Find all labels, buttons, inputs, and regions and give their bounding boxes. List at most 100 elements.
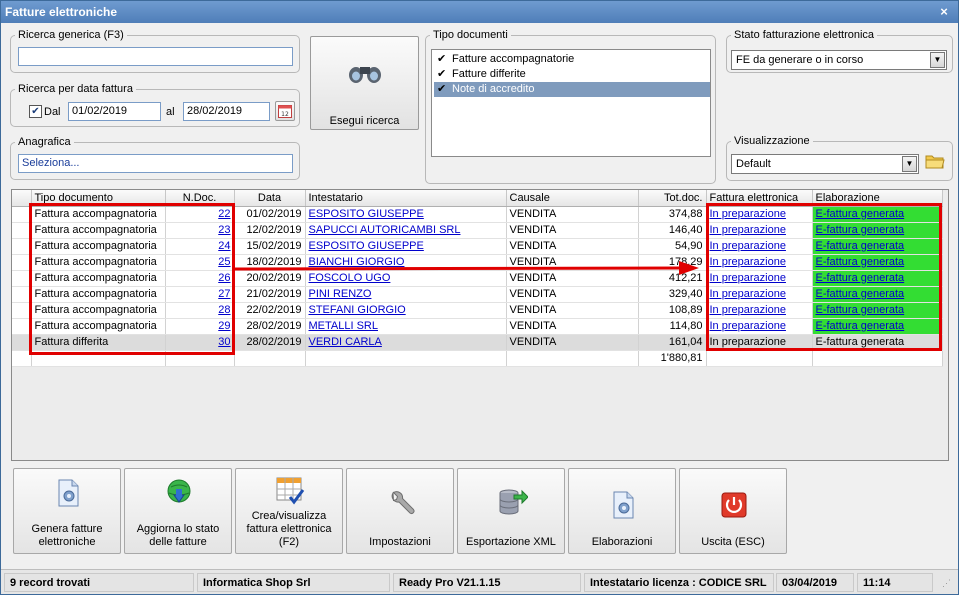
cell-intestatario-link[interactable]: FOSCOLO UGO [309, 272, 391, 284]
cell-elaborazione-link[interactable]: E-fattura generata [816, 208, 905, 220]
table-row[interactable]: Fattura accompagnatoria 24 15/02/2019 ESPOS… [12, 238, 943, 255]
cell-ndoc-link[interactable]: 28 [218, 304, 230, 316]
cell-elaborazione-link[interactable]: E-fattura generata [816, 304, 905, 316]
row-indicator[interactable] [12, 286, 32, 303]
row-indicator[interactable] [12, 270, 32, 287]
resize-grip-icon[interactable]: ⋰ [942, 578, 952, 588]
cell-fattura-elettronica-link[interactable]: In preparazione [710, 288, 786, 300]
cell-fattura-elettronica-link[interactable]: In preparazione [710, 224, 786, 236]
cell-intestatario: METALLI SRL [305, 318, 507, 335]
generate-einvoices-button[interactable]: Genera fatture elettroniche [13, 468, 121, 554]
search-button[interactable]: Esegui ricerca [310, 36, 419, 130]
cell-elaborazione-link[interactable]: E-fattura generata [816, 256, 905, 268]
column-header-ndoc[interactable]: N.Doc. [165, 190, 235, 207]
table-row[interactable]: Fattura accompagnatoria 27 21/02/2019 PINI … [12, 286, 943, 303]
column-header-tipo[interactable]: Tipo documento [31, 190, 166, 207]
column-header-elaborazione[interactable]: Elaborazione [812, 190, 943, 207]
anagrafica-input[interactable]: Seleziona... [18, 154, 293, 173]
create-view-einvoice-button[interactable]: Crea/visualizza fattura elettronica (F2) [235, 468, 343, 554]
column-header-totale[interactable]: Tot.doc. [638, 190, 707, 207]
cell-fattura-elettronica-link[interactable]: In preparazione [710, 240, 786, 252]
settings-button[interactable]: Impostazioni [346, 468, 454, 554]
cell-elaborazione-link[interactable]: E-fattura generata [816, 320, 905, 332]
row-indicator[interactable] [12, 302, 32, 319]
chevron-down-icon: ▼ [902, 156, 917, 172]
column-header-data[interactable]: Data [234, 190, 306, 207]
cell-data: 18/02/2019 [234, 254, 306, 271]
cell-ndoc-link[interactable]: 25 [218, 256, 230, 268]
xml-export-button[interactable]: Esportazione XML [457, 468, 565, 554]
table-row[interactable]: Fattura accompagnatoria 29 28/02/2019 METAL… [12, 318, 943, 335]
open-folder-button[interactable] [925, 152, 947, 172]
cell-fattura-elettronica-link[interactable]: In preparazione [710, 256, 786, 268]
row-indicator[interactable] [12, 222, 32, 239]
column-header-intestatario[interactable]: Intestatario [305, 190, 507, 207]
cell-ndoc-link[interactable]: 29 [218, 320, 230, 332]
cell-intestatario-link[interactable]: VERDI CARLA [309, 336, 382, 348]
cell-fattura-elettronica-link[interactable]: In preparazione [710, 304, 786, 316]
cell-ndoc: 22 [165, 206, 235, 223]
main-window: Fatture elettroniche × Ricerca generica … [0, 0, 959, 595]
doc-type-item[interactable]: ✔ Note di accredito [434, 82, 710, 97]
cell-ndoc-link[interactable]: 23 [218, 224, 230, 236]
cell-ndoc: 29 [165, 318, 235, 335]
table-row[interactable]: Fattura accompagnatoria 22 01/02/2019 ESPOS… [12, 206, 943, 223]
table-row[interactable]: Fattura accompagnatoria 26 20/02/2019 FOSCO… [12, 270, 943, 287]
cell-intestatario-link[interactable]: METALLI SRL [309, 320, 379, 332]
generic-search-input[interactable] [18, 47, 293, 66]
cell-data: 28/02/2019 [234, 318, 306, 335]
cell-elaborazione-link[interactable]: E-fattura generata [816, 288, 905, 300]
processing-button[interactable]: Elaborazioni [568, 468, 676, 554]
date-to-input[interactable]: 28/02/2019 [183, 102, 270, 121]
cell-intestatario-link[interactable]: PINI RENZO [309, 288, 372, 300]
column-header-fattura-elettronica[interactable]: Fattura elettronica [706, 190, 813, 207]
cell-intestatario-link[interactable]: ESPOSITO GIUSEPPE [309, 240, 424, 252]
status-date: 03/04/2019 [776, 573, 854, 592]
table-row[interactable]: Fattura accompagnatoria 23 12/02/2019 SAPUC… [12, 222, 943, 239]
table-row[interactable]: Fattura accompagnatoria 28 22/02/2019 STEFA… [12, 302, 943, 319]
cell-ndoc-link[interactable]: 24 [218, 240, 230, 252]
cell-intestatario-link[interactable]: STEFANI GIORGIO [309, 304, 406, 316]
cell-intestatario-link[interactable]: SAPUCCI AUTORICAMBI SRL [309, 224, 461, 236]
cell-fattura-elettronica-link[interactable]: In preparazione [710, 208, 786, 220]
license-holder: Intestatario licenza : CODICE SRL [584, 573, 774, 592]
check-icon: ✔ [437, 68, 447, 80]
cell-intestatario-link[interactable]: BIANCHI GIORGIO [309, 256, 405, 268]
table-row[interactable]: Fattura differita 30 28/02/2019 VERDI CARLA… [12, 334, 943, 351]
cell-fattura-elettronica-link[interactable]: In preparazione [710, 320, 786, 332]
cell-elaborazione: E-fattura generata [812, 270, 943, 287]
cell-ndoc-link[interactable]: 27 [218, 288, 230, 300]
cell-fattura-elettronica: In preparazione [706, 222, 813, 239]
close-icon[interactable]: × [936, 1, 952, 23]
cell-ndoc-link[interactable]: 26 [218, 272, 230, 284]
empty-cell [506, 350, 639, 367]
table-row[interactable]: Fattura accompagnatoria 25 18/02/2019 BIANC… [12, 254, 943, 271]
row-indicator[interactable] [12, 206, 32, 223]
row-indicator[interactable] [12, 334, 32, 351]
date-from-input[interactable]: 01/02/2019 [68, 102, 161, 121]
dal-checkbox[interactable] [29, 105, 42, 118]
view-select[interactable]: Default ▼ [731, 154, 919, 174]
invoice-grid: Tipo documento N.Doc. Data Intestatario … [11, 189, 949, 461]
row-indicator[interactable] [12, 254, 32, 271]
update-status-button[interactable]: Aggiorna lo stato delle fatture [124, 468, 232, 554]
calendar-button[interactable]: 12 [275, 101, 295, 121]
doc-type-item[interactable]: ✔ Fatture differite [434, 67, 710, 82]
status-filter-select[interactable]: FE da generare o in corso ▼ [731, 50, 947, 70]
doc-type-item[interactable]: ✔ Fatture accompagnatorie [434, 52, 710, 67]
exit-button[interactable]: Uscita (ESC) [679, 468, 787, 554]
row-indicator[interactable] [12, 318, 32, 335]
column-header-causale[interactable]: Causale [506, 190, 639, 207]
cell-fattura-elettronica-link[interactable]: In preparazione [710, 272, 786, 284]
view-legend: Visualizzazione [734, 135, 810, 147]
date-search-legend: Ricerca per data fattura [18, 83, 133, 95]
cell-fattura-elettronica: In preparazione [706, 206, 813, 223]
cell-ndoc-link[interactable]: 30 [218, 336, 230, 348]
generate-einvoices-label: Genera fatture elettroniche [31, 523, 103, 548]
cell-elaborazione-link[interactable]: E-fattura generata [816, 240, 905, 252]
cell-elaborazione-link[interactable]: E-fattura generata [816, 224, 905, 236]
row-indicator[interactable] [12, 238, 32, 255]
cell-elaborazione-link[interactable]: E-fattura generata [816, 272, 905, 284]
cell-ndoc-link[interactable]: 22 [218, 208, 230, 220]
cell-intestatario-link[interactable]: ESPOSITO GIUSEPPE [309, 208, 424, 220]
